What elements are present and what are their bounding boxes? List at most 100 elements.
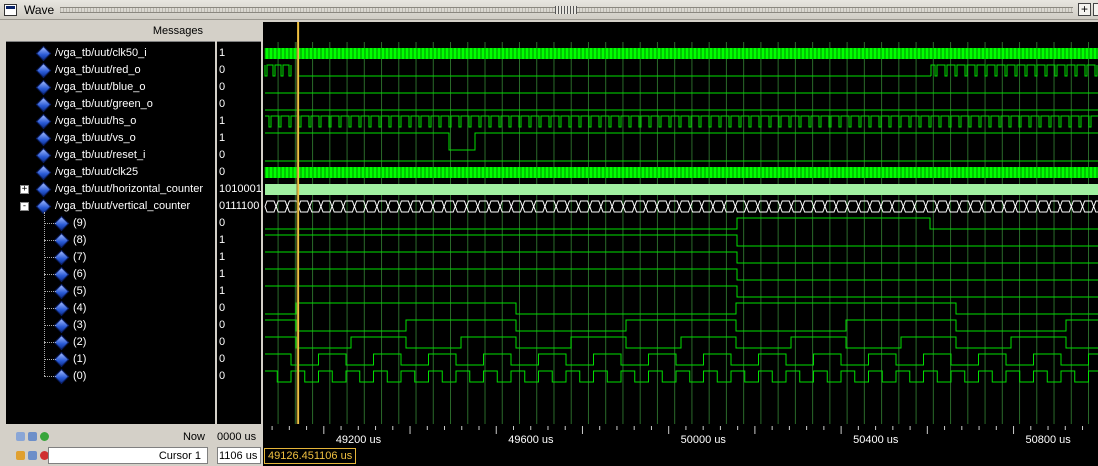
waveform-canvas[interactable] (263, 22, 1098, 424)
signal-value-text: 0111100 (219, 200, 260, 212)
tree-branch-line (44, 325, 56, 326)
now-label: Now (182, 431, 205, 443)
signal-value-text: 1 (219, 115, 226, 127)
cursor-name-field[interactable]: Cursor 1 (48, 447, 208, 464)
signal-row[interactable]: /vga_tb/uut/green_o (6, 96, 215, 113)
signal-value-text: 1 (219, 234, 226, 246)
grip-handle-icon[interactable] (555, 6, 577, 14)
close-window-button[interactable] (1093, 3, 1098, 16)
now-value: 0000 us (217, 431, 257, 443)
signal-row-bit[interactable]: (8) (6, 232, 215, 249)
signal-value: 1 (219, 283, 261, 300)
signal-row[interactable]: + /vga_tb/uut/horizontal_counter (6, 181, 215, 198)
signal-diamond-icon (35, 45, 52, 62)
bit-waveform (265, 302, 1098, 315)
expand-icon[interactable]: + (20, 185, 29, 194)
signal-row-bit[interactable]: (5) (6, 283, 215, 300)
signal-value: 0 (219, 62, 261, 79)
signal-row[interactable]: /vga_tb/uut/blue_o (6, 79, 215, 96)
wave-header (263, 22, 1098, 42)
signal-diamond-icon (53, 334, 70, 351)
signal-value: 0 (219, 368, 261, 385)
signal-row-bit[interactable]: (2) (6, 334, 215, 351)
zoom-icon[interactable] (16, 432, 25, 441)
signal-value: 0 (219, 96, 261, 113)
signal-value: 0111100 (219, 198, 261, 215)
signal-value-text: 0 (219, 319, 226, 331)
signal-name: (6) (73, 268, 87, 280)
signal-name: /vga_tb/uut/red_o (55, 64, 141, 76)
signal-row-bit[interactable]: (1) (6, 351, 215, 368)
signal-value: 0 (219, 351, 261, 368)
signal-row[interactable]: /vga_tb/uut/hs_o (6, 113, 215, 130)
tree-branch-line (44, 359, 56, 360)
signal-name: /vga_tb/uut/clk25 (55, 166, 139, 178)
signal-row[interactable]: /vga_tb/uut/clk25 (6, 164, 215, 181)
window-title: Wave (24, 3, 55, 17)
ruler-tick-label: 50000 us (680, 434, 726, 446)
signal-name: (4) (73, 302, 87, 314)
cursor-name-label: Cursor 1 (158, 450, 201, 462)
tree-branch-line (44, 308, 56, 309)
bus-waveform (264, 200, 1098, 213)
signal-row[interactable]: /vga_tb/uut/clk50_i (6, 45, 215, 62)
tree-branch-line (44, 274, 56, 275)
signal-value: 0 (219, 164, 261, 181)
vs-waveform (265, 132, 1098, 151)
cursor-time-readout[interactable]: 49126.451106 us (264, 448, 357, 464)
signal-value-text: 1 (219, 268, 226, 280)
signal-value-pane[interactable]: 1 0 0 0 1 1 0 0 1010001 0111100 0 1 1 1 1 0 0 0 0 0 (217, 22, 261, 424)
signal-row-bit[interactable]: (6) (6, 266, 215, 283)
signal-name-pane[interactable]: Messages /vga_tb/uut/clk50_i/vga_tb/uut/… (6, 22, 215, 424)
tree-trunk-line (44, 212, 45, 376)
signal-value: 0 (219, 300, 261, 317)
signal-value-text: 0 (219, 166, 226, 178)
signal-name: /vga_tb/uut/clk50_i (55, 47, 147, 59)
signal-row-bit[interactable]: (3) (6, 317, 215, 334)
signal-row-bit[interactable]: (7) (6, 249, 215, 266)
signal-name: (8) (73, 234, 87, 246)
cursor-value-field[interactable]: 1106 us (217, 447, 261, 464)
bit-waveform (265, 268, 1098, 281)
signal-name: (1) (73, 353, 87, 365)
signal-row[interactable]: /vga_tb/uut/reset_i (6, 147, 215, 164)
signal-diamond-icon (53, 300, 70, 317)
time-ruler[interactable]: 49126.451106 us 49200 us 49600 us 50000 us… (263, 424, 1098, 466)
signal-diamond-icon (53, 266, 70, 283)
cursor-time-text: 49126.451106 us (268, 450, 353, 462)
signal-value-text: 0 (219, 81, 226, 93)
status-value-area: 0000 us 1106 us (217, 424, 261, 466)
signal-row[interactable]: /vga_tb/uut/red_o (6, 62, 215, 79)
messages-header: Messages (6, 22, 215, 42)
window-titlebar[interactable]: Wave + (0, 0, 1098, 20)
signal-value: 1 (219, 113, 261, 130)
signal-diamond-icon (53, 215, 70, 232)
signal-value: 1 (219, 130, 261, 147)
signal-value: 0 (219, 215, 261, 232)
signal-diamond-icon (53, 232, 70, 249)
signal-row-bit[interactable]: (0) (6, 368, 215, 385)
signal-row-bit[interactable]: (9) (6, 215, 215, 232)
value-header (217, 22, 261, 42)
bit-waveform (265, 370, 1098, 383)
signal-row-bit[interactable]: (4) (6, 300, 215, 317)
bus-waveform (265, 184, 1098, 195)
signal-row[interactable]: /vga_tb/uut/vs_o (6, 130, 215, 147)
monitor-icon[interactable] (28, 432, 37, 441)
collapse-icon[interactable]: - (20, 202, 29, 211)
signal-name: (0) (73, 370, 87, 382)
signal-name: /vga_tb/uut/horizontal_counter (55, 183, 203, 195)
signal-row[interactable]: - /vga_tb/uut/vertical_counter (6, 198, 215, 215)
waveform-pane[interactable] (263, 22, 1098, 424)
ruler-tick-label: 50800 us (1025, 434, 1071, 446)
tree-branch-line (44, 291, 56, 292)
signal-value-text: 0 (219, 336, 226, 348)
signal-diamond-icon (53, 351, 70, 368)
add-cursor-icon[interactable] (40, 432, 49, 441)
expand-window-button[interactable]: + (1078, 3, 1091, 16)
status-label-area: Now Cursor 1 (6, 424, 215, 466)
signal-name: (9) (73, 217, 87, 229)
tree-branch-line (44, 223, 56, 224)
lock-cursor-icon[interactable] (16, 451, 25, 460)
edit-cursor-icon[interactable] (28, 451, 37, 460)
